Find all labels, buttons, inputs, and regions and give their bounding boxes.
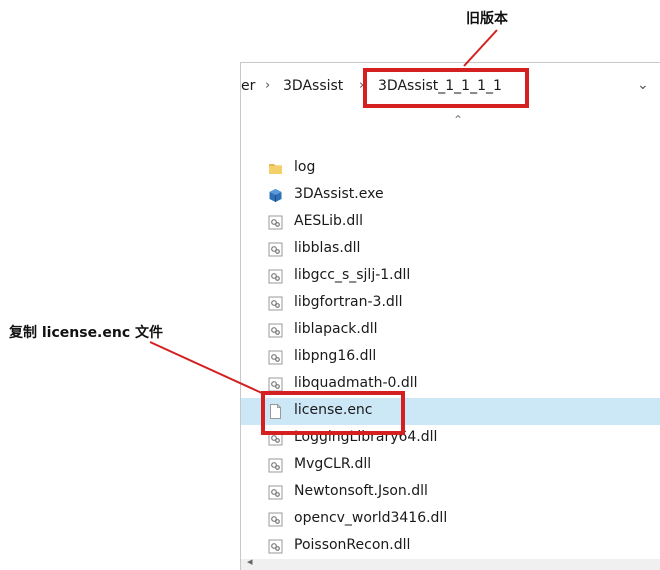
highlight-current-folder: [363, 68, 529, 108]
highlight-license-file: [261, 391, 405, 435]
annotation-copy-license: 复制 license.enc 文件: [9, 325, 164, 341]
arrow-to-license-file: [149, 341, 265, 395]
annotation-arrows: [149, 29, 498, 395]
arrow-to-version-folder: [463, 29, 498, 67]
annotation-old-version: 旧版本: [466, 11, 508, 27]
